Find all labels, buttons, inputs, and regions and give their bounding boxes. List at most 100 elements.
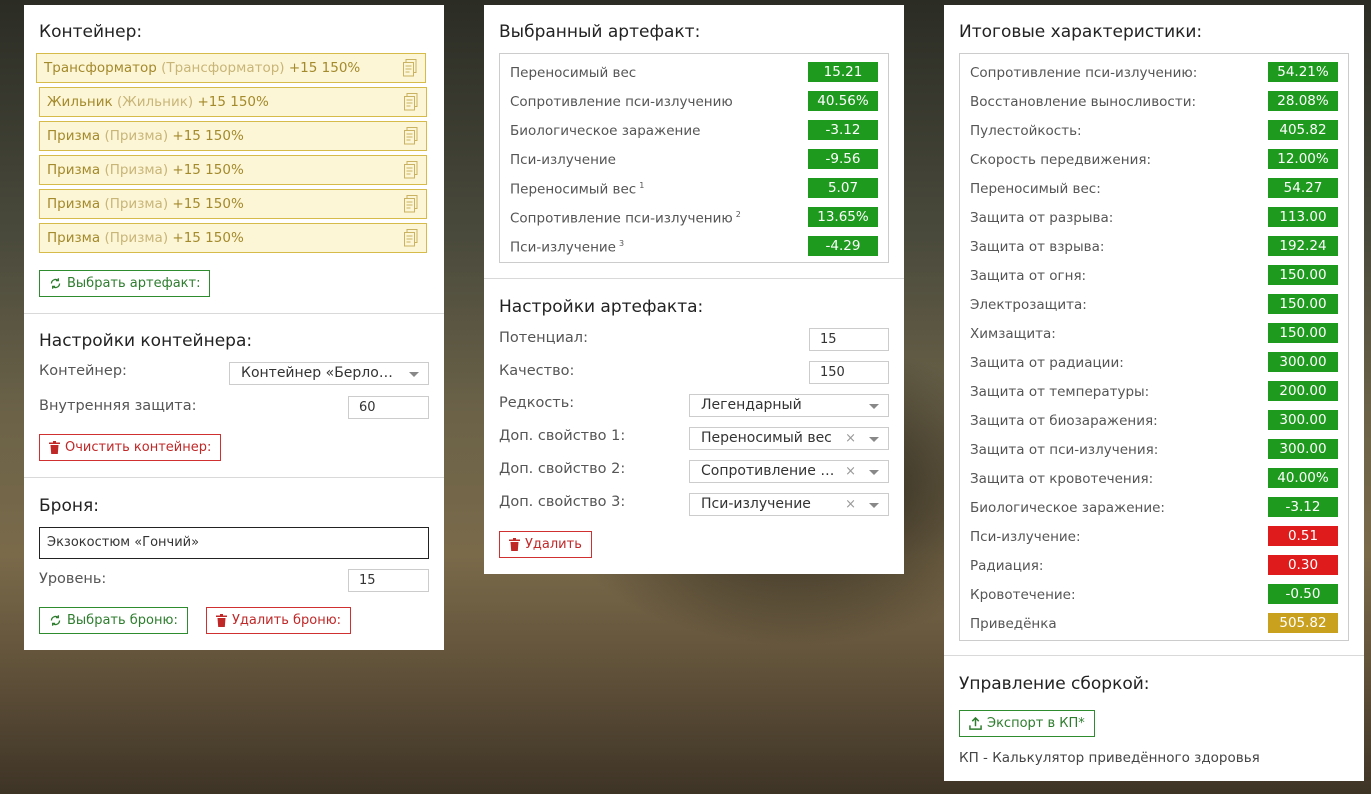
stat-row: Переносимый вес 1 5.07 <box>500 174 888 203</box>
stat-name-text: Защита от температуры: <box>970 384 1150 400</box>
chevron-down-icon <box>869 470 879 475</box>
stat-name-text: Защита от кровотечения: <box>970 471 1154 487</box>
stat-name-text: Биологическое заражение <box>510 123 701 139</box>
stat-footnote-marker: 1 <box>639 181 645 190</box>
container-item[interactable]: Призма (Призма) +15 150% <box>39 189 427 219</box>
container-item[interactable]: Призма (Призма) +15 150% <box>39 121 427 151</box>
copy-icon[interactable] <box>404 93 418 111</box>
item-name: Призма <box>47 128 101 144</box>
item-name: Призма <box>47 230 101 246</box>
prop3-select[interactable]: Пси-излучение × <box>689 493 889 516</box>
armor-level-input[interactable]: 15 <box>348 569 429 592</box>
copy-icon[interactable] <box>404 195 418 213</box>
stat-name-text: Скорость передвижения: <box>970 152 1152 168</box>
delete-artifact-button[interactable]: Удалить <box>499 531 592 558</box>
potential-input[interactable]: 15 <box>809 328 889 351</box>
item-name: Трансформатор <box>44 60 157 76</box>
quality-label: Качество: <box>499 363 575 379</box>
container-item[interactable]: Призма (Призма) +15 150% <box>39 155 427 185</box>
stat-row: Пси-излучение -9.56 <box>500 145 888 174</box>
copy-icon[interactable] <box>403 59 417 77</box>
clear-container-button[interactable]: Очистить контейнер: <box>39 434 222 461</box>
prop3-label: Доп. свойство 3: <box>499 494 626 510</box>
totals-title: Итоговые характеристики: <box>959 22 1203 42</box>
stat-row: Защита от пси-излучения: 300.00 <box>960 435 1348 464</box>
container-item[interactable]: Трансформатор (Трансформатор) +15 150% <box>36 53 426 83</box>
stat-name-text: Переносимый вес: <box>970 181 1101 197</box>
inner-protection-input[interactable]: 60 <box>348 396 429 419</box>
stat-name: Защита от огня: <box>970 268 1086 284</box>
stat-row: Биологическое заражение -3.12 <box>500 116 888 145</box>
stat-name-text: Переносимый вес <box>510 181 637 198</box>
stat-row: Защита от разрыва: 113.00 <box>960 203 1348 232</box>
chevron-down-icon <box>869 437 879 442</box>
stat-row: Защита от биозаражения: 300.00 <box>960 406 1348 435</box>
prop2-select[interactable]: Сопротивление пси-излучению × <box>689 460 889 483</box>
rarity-select[interactable]: Легендарный <box>689 394 889 417</box>
stat-value: 15.21 <box>808 62 878 82</box>
stat-name: Пулестойкость: <box>970 123 1082 139</box>
stat-name: Сопротивление пси-излучению <box>510 94 733 110</box>
container-item[interactable]: Призма (Призма) +15 150% <box>39 223 427 253</box>
middle-panel: Выбранный артефакт: Переносимый вес 15.21… <box>484 5 904 574</box>
copy-icon[interactable] <box>404 127 418 145</box>
totals-stats: Сопротивление пси-излучению: 54.21% Восста… <box>959 53 1349 641</box>
stat-value: 40.56% <box>808 91 878 111</box>
stat-name: Защита от температуры: <box>970 384 1149 400</box>
stat-name: Кровотечение: <box>970 587 1076 603</box>
item-alt-name: (Призма) <box>104 196 169 212</box>
stat-name: Электрозащита: <box>970 297 1087 313</box>
selected-artifact-stats: Переносимый вес 15.21 Сопротивление пси-из… <box>499 53 889 263</box>
upload-icon <box>969 716 982 730</box>
stat-value: 150.00 <box>1268 265 1338 285</box>
copy-icon[interactable] <box>404 229 418 247</box>
container-select-value: Контейнер «Берлога-6» <box>241 365 400 381</box>
armor-name-field[interactable]: Экзокостюм «Гончий» <box>39 527 429 559</box>
rarity-label: Редкость: <box>499 395 575 411</box>
clear-icon[interactable]: × <box>845 461 856 482</box>
divider <box>484 278 904 279</box>
container-title: Контейнер: <box>39 22 143 42</box>
quality-input[interactable]: 150 <box>809 361 889 384</box>
clear-icon[interactable]: × <box>845 494 856 515</box>
delete-artifact-label: Удалить <box>525 537 582 552</box>
select-artifact-label: Выбрать артефакт: <box>67 276 201 291</box>
select-armor-button[interactable]: Выбрать броню: <box>39 607 188 634</box>
container-settings-title: Настройки контейнера: <box>39 331 253 351</box>
delete-armor-button[interactable]: Удалить броню: <box>206 607 352 634</box>
copy-icon[interactable] <box>404 161 418 179</box>
stat-footnote-marker: 3 <box>618 239 625 248</box>
stat-value: -3.12 <box>808 120 878 140</box>
stat-name-text: Биологическое заражение: <box>970 500 1165 516</box>
stat-name: Защита от разрыва: <box>970 210 1113 226</box>
item-alt-name: (Призма) <box>104 230 169 246</box>
potential-label: Потенциал: <box>499 330 588 346</box>
container-label: Контейнер: <box>39 363 127 379</box>
export-button[interactable]: Экспорт в КП* <box>959 710 1095 737</box>
stat-row: Химзащита: 150.00 <box>960 319 1348 348</box>
stat-row: Скорость передвижения: 12.00% <box>960 145 1348 174</box>
container-select[interactable]: Контейнер «Берлога-6» <box>229 362 429 385</box>
stat-name: Сопротивление пси-излучению 2 <box>510 210 741 227</box>
trash-icon <box>509 538 520 551</box>
stat-name: Защита от радиации: <box>970 355 1124 371</box>
container-item[interactable]: Жильник (Жильник) +15 150% <box>39 87 427 117</box>
stat-value: 405.82 <box>1268 120 1338 140</box>
divider <box>24 477 444 478</box>
stat-name-text: Защита от огня: <box>970 268 1087 284</box>
stat-value: -0.50 <box>1268 584 1338 604</box>
stat-name: Пси-излучение <box>510 152 616 168</box>
stat-row: Защита от огня: 150.00 <box>960 261 1348 290</box>
stat-value: 113.00 <box>1268 207 1338 227</box>
stat-value: 300.00 <box>1268 439 1338 459</box>
chevron-down-icon <box>869 404 879 409</box>
stat-name: Восстановление выносливости: <box>970 94 1196 110</box>
clear-icon[interactable]: × <box>845 428 856 449</box>
item-suffix: +15 150% <box>197 94 269 110</box>
prop1-select[interactable]: Переносимый вес × <box>689 427 889 450</box>
stat-name: Переносимый вес 1 <box>510 181 644 198</box>
chevron-down-icon <box>869 503 879 508</box>
stat-value: 54.27 <box>1268 178 1338 198</box>
inner-protection-label: Внутренняя защита: <box>39 398 197 414</box>
select-artifact-button[interactable]: Выбрать артефакт: <box>39 270 211 297</box>
